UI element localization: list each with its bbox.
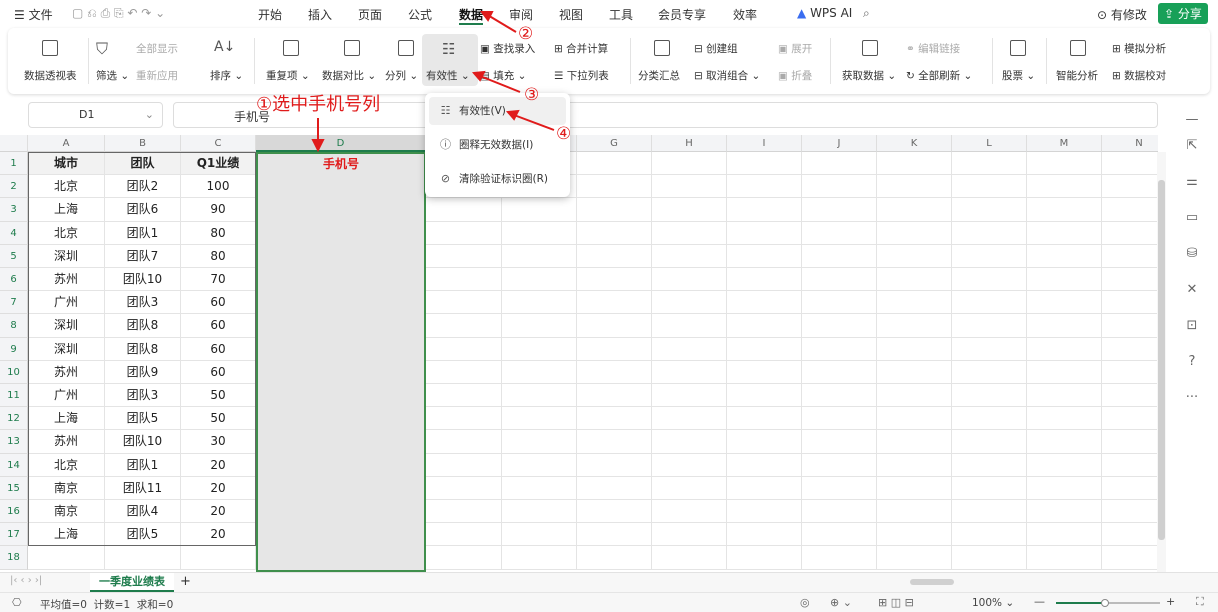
zoom-slider-fill bbox=[1056, 602, 1104, 604]
horizontal-scrollbar-thumb[interactable] bbox=[910, 579, 954, 585]
status-summary: 平均值=0 计数=1 求和=0 bbox=[40, 599, 174, 611]
zoom-in-button[interactable]: + bbox=[1166, 595, 1175, 608]
status-bar: ⎔ 平均值=0 计数=1 求和=0 ◎ ⊕ ⌄ ⊞ ◫ ⊟ 100% ⌄ — +… bbox=[0, 592, 1218, 612]
sheet-nav-arrows[interactable]: |‹ ‹ › ›| bbox=[10, 575, 42, 586]
zoom-slider-handle[interactable] bbox=[1101, 599, 1109, 607]
zoom-level[interactable]: 100% ⌄ bbox=[972, 597, 1014, 609]
zoom-value: 100% bbox=[972, 597, 1003, 609]
phone-header-cell[interactable]: 手机号 bbox=[258, 154, 424, 174]
zoom-slider[interactable] bbox=[1056, 599, 1160, 607]
center-icon[interactable]: ⊕ ⌄ bbox=[830, 596, 852, 609]
view-mode-icons[interactable]: ⊞ ◫ ⊟ bbox=[878, 596, 914, 609]
macro-icon[interactable]: ⎔ bbox=[12, 596, 22, 609]
sheet-tab-bar: |‹ ‹ › ›| 一季度业绩表 + bbox=[0, 572, 1218, 592]
add-sheet-button[interactable]: + bbox=[180, 574, 191, 589]
eye-icon[interactable]: ◎ bbox=[800, 596, 810, 609]
fullscreen-icon[interactable]: ⛶ bbox=[1196, 595, 1204, 609]
sheet-tab[interactable]: 一季度业绩表 bbox=[90, 573, 174, 592]
annotation-arrows bbox=[311, 11, 555, 153]
zoom-out-button[interactable]: — bbox=[1034, 595, 1045, 608]
